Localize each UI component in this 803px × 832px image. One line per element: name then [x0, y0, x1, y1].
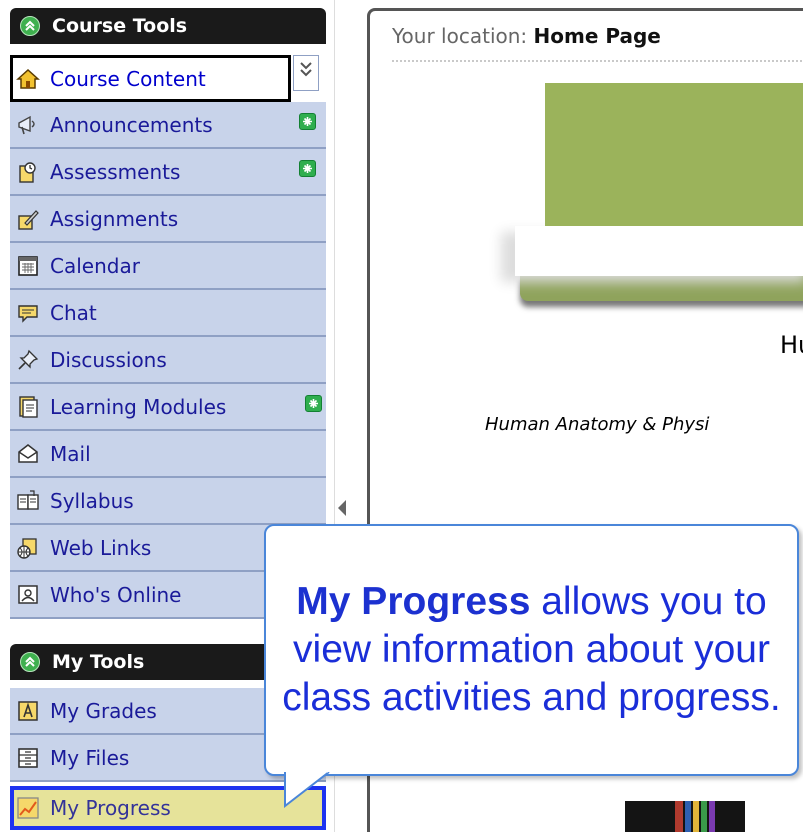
- double-chevron-down-icon: [299, 60, 313, 84]
- collapse-sidebar-arrow-icon[interactable]: [338, 500, 346, 516]
- help-callout: My Progress allows you to view informati…: [264, 524, 799, 776]
- tool-chat[interactable]: Chat: [10, 290, 326, 337]
- globe-icon: [16, 536, 40, 560]
- tool-label: Syllabus: [50, 488, 134, 513]
- course-tools-header[interactable]: Course Tools: [10, 8, 326, 44]
- course-title: Hu: [780, 331, 803, 359]
- tool-label: Announcements: [50, 112, 213, 137]
- chevron-collapse-icon[interactable]: [20, 652, 40, 672]
- tool-course-content[interactable]: Course Content: [10, 55, 291, 102]
- tool-my-progress[interactable]: My Progress: [10, 786, 326, 830]
- calendar-icon: [16, 254, 40, 278]
- grades-icon: [16, 699, 40, 723]
- course-tools-title: Course Tools: [52, 15, 188, 37]
- course-subtitle: Human Anatomy & Physi: [485, 414, 710, 435]
- megaphone-icon: [16, 113, 40, 137]
- tool-discussions[interactable]: Discussions: [10, 337, 326, 384]
- callout-pointer: [284, 772, 330, 808]
- tool-label: Calendar: [50, 253, 140, 278]
- tool-label: Learning Modules: [50, 394, 227, 419]
- tool-syllabus[interactable]: Syllabus: [10, 478, 326, 525]
- tool-calendar[interactable]: Calendar: [10, 243, 326, 290]
- home-icon: [16, 67, 40, 91]
- tool-label: Chat: [50, 300, 97, 325]
- tool-label: Course Content: [50, 66, 206, 91]
- tool-label: My Progress: [50, 796, 171, 820]
- progress-chart-icon: [16, 796, 40, 820]
- chevron-collapse-icon[interactable]: [20, 16, 40, 36]
- tool-label: Assessments: [50, 159, 181, 184]
- tool-assignments[interactable]: Assignments: [10, 196, 326, 243]
- mail-icon: [16, 442, 40, 466]
- banner-shadow: [520, 273, 803, 301]
- breadcrumb: Your location: Home Page: [392, 24, 803, 62]
- books-image: [625, 801, 745, 832]
- tool-label: Assignments: [50, 206, 179, 231]
- chat-icon: [16, 301, 40, 325]
- new-content-icon: [305, 395, 322, 412]
- tool-mail[interactable]: Mail: [10, 431, 326, 478]
- banner-white-band: [515, 226, 803, 276]
- files-icon: [16, 746, 40, 770]
- document-icon: [16, 395, 40, 419]
- my-tools-title: My Tools: [52, 651, 145, 673]
- expand-menu-button[interactable]: [293, 55, 319, 91]
- tool-label: Mail: [50, 441, 91, 466]
- assignment-icon: [16, 207, 40, 231]
- tool-learning-modules[interactable]: Learning Modules: [10, 384, 326, 431]
- syllabus-icon: [16, 489, 40, 513]
- location-label: Your location:: [392, 24, 528, 48]
- pushpin-icon: [16, 348, 40, 372]
- new-content-icon: [299, 160, 316, 177]
- tool-label: My Grades: [50, 698, 157, 723]
- location-value: Home Page: [533, 24, 661, 48]
- tool-announcements[interactable]: Announcements: [10, 102, 326, 149]
- callout-keyword: My Progress: [296, 580, 531, 623]
- callout-text: My Progress allows you to view informati…: [278, 578, 785, 722]
- tool-label: Who's Online: [50, 582, 182, 607]
- tool-assessments[interactable]: Assessments: [10, 149, 326, 196]
- tool-label: Web Links: [50, 535, 152, 560]
- new-content-icon: [299, 113, 316, 130]
- tool-label: My Files: [50, 745, 130, 770]
- course-banner: [545, 83, 803, 226]
- assessment-icon: [16, 160, 40, 184]
- user-icon: [16, 583, 40, 607]
- tool-label: Discussions: [50, 347, 167, 372]
